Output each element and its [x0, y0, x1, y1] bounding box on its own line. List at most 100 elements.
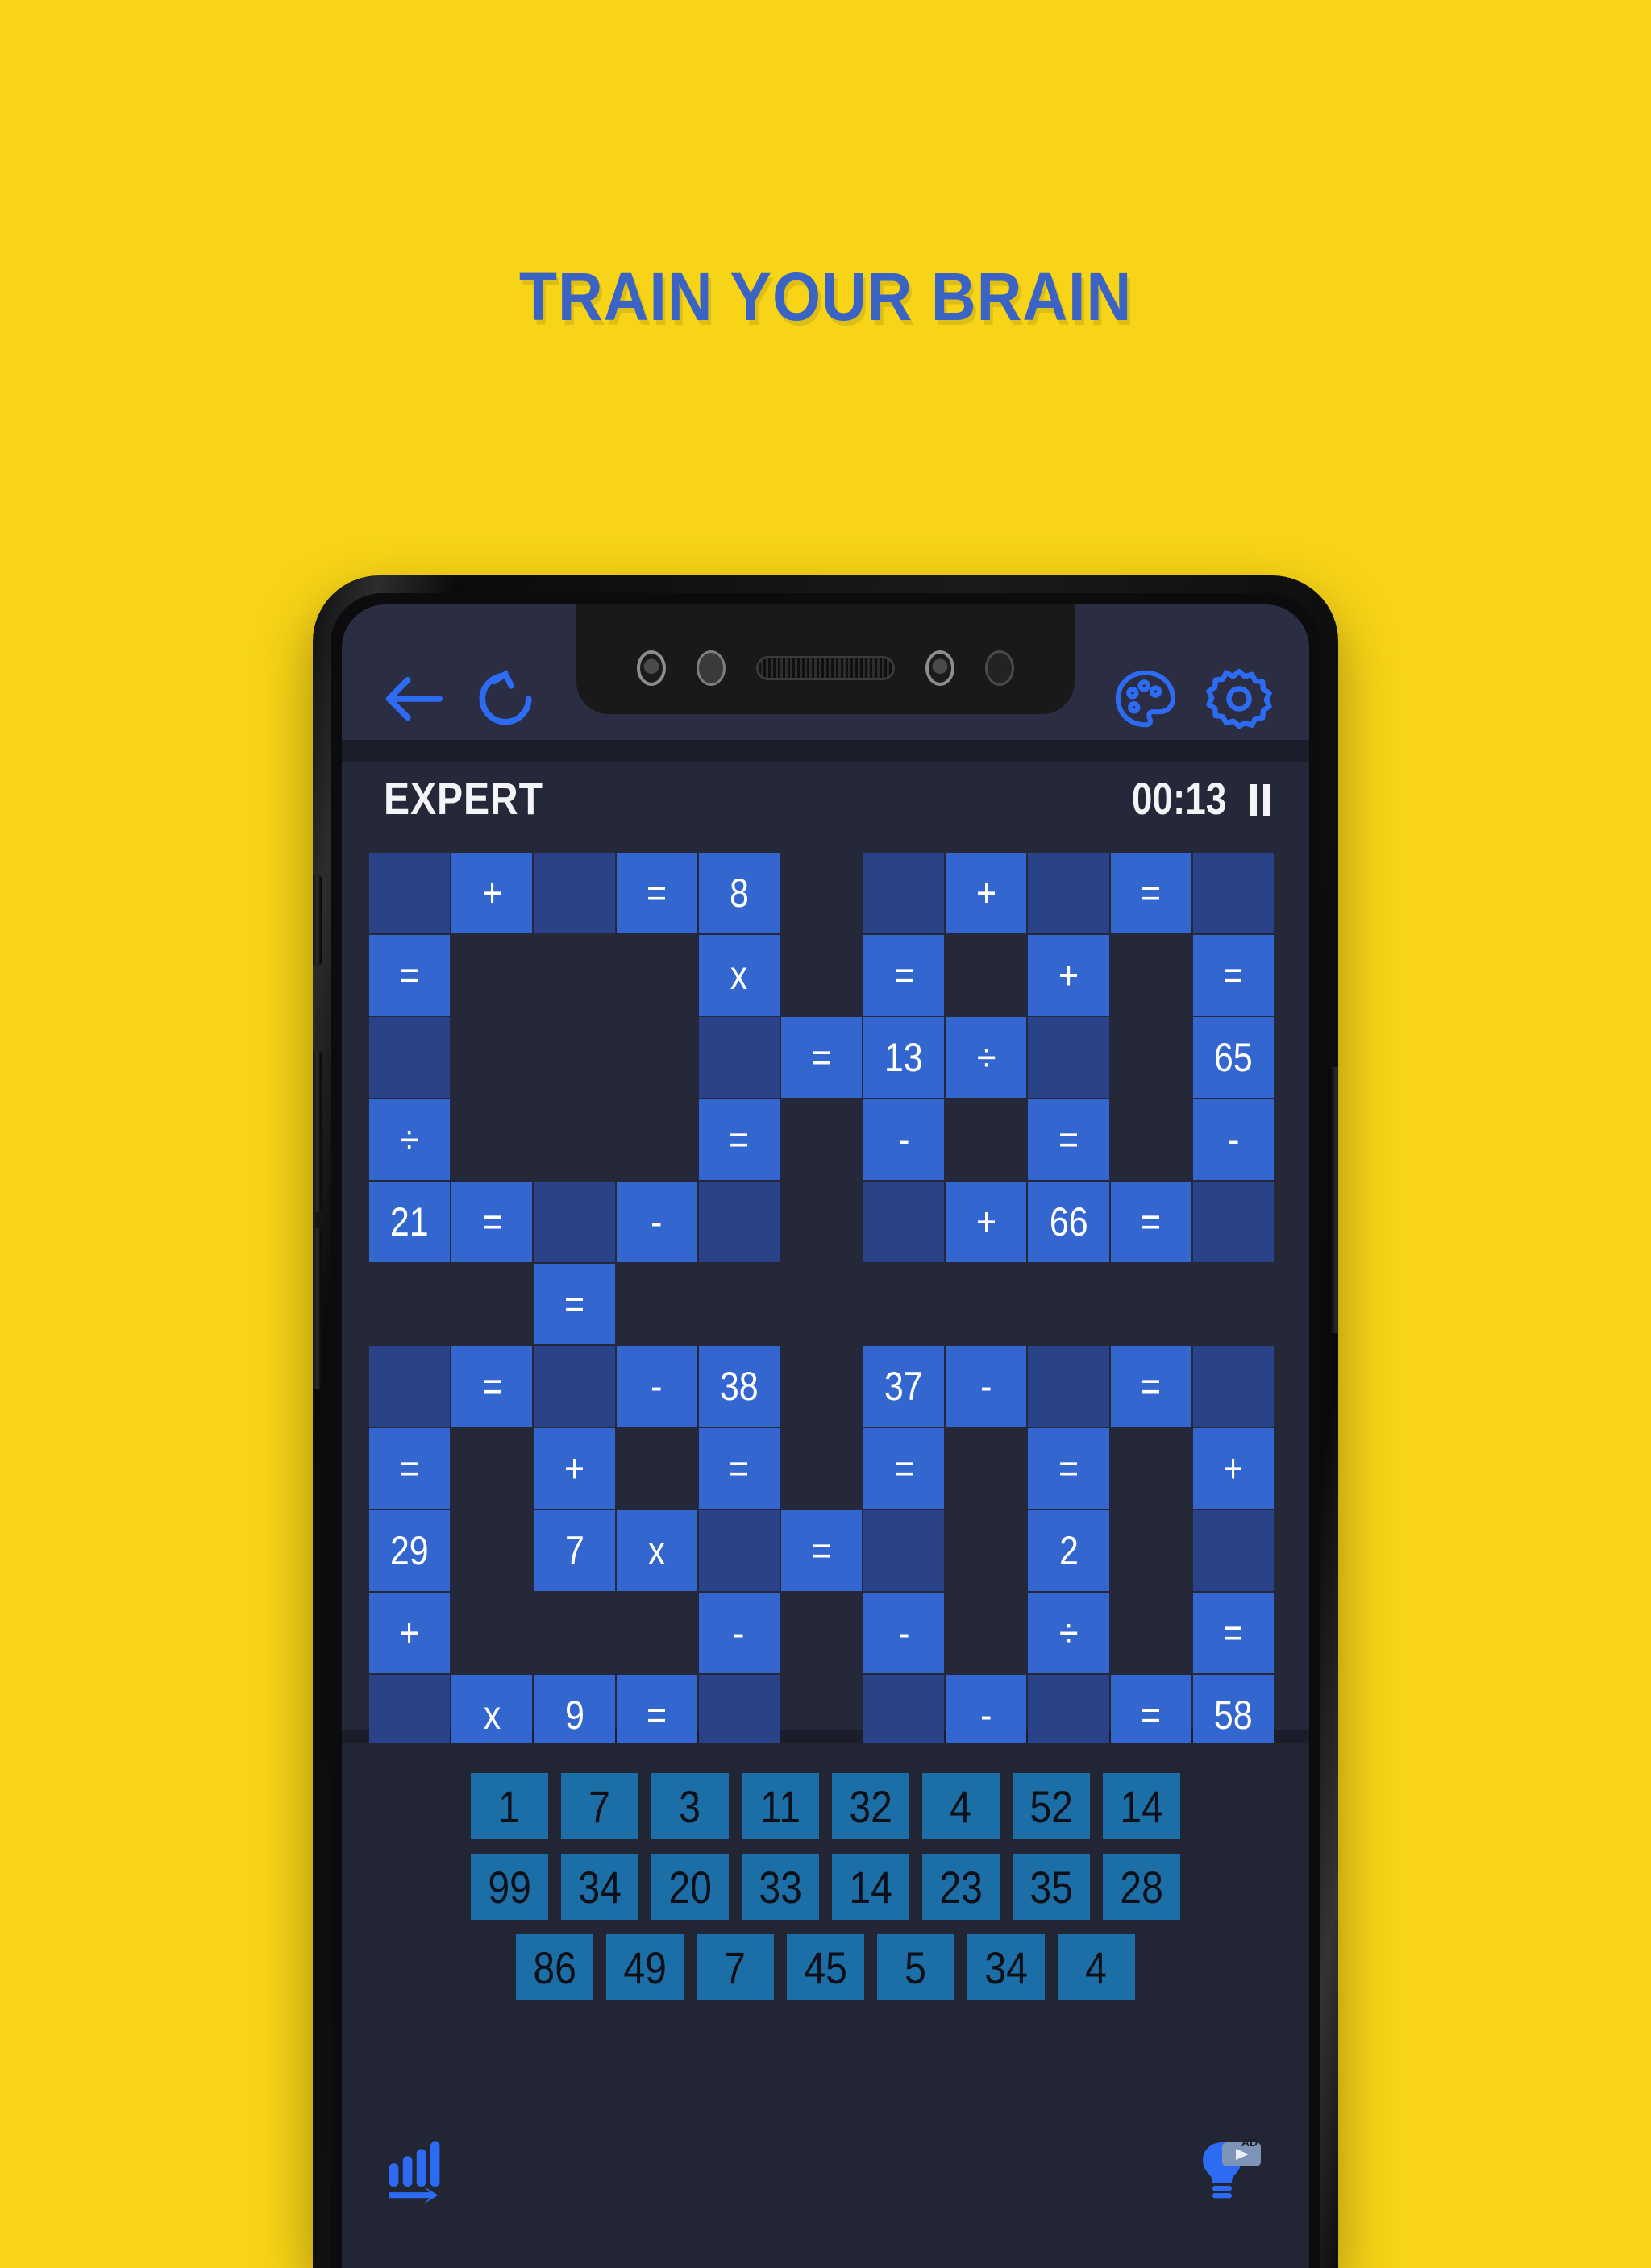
- grid-cell-value: x: [483, 1693, 501, 1738]
- grid-clue-cell: x: [698, 935, 780, 1016]
- number-tile[interactable]: 4: [922, 1773, 1000, 1839]
- number-tile[interactable]: 52: [1013, 1773, 1090, 1839]
- grid-clue-cell: ÷: [946, 1017, 1027, 1098]
- grid-slot[interactable]: [698, 1182, 780, 1262]
- grid-gap: [699, 1264, 780, 1344]
- restart-button[interactable]: [471, 664, 540, 733]
- grid-slot[interactable]: [534, 1346, 615, 1427]
- grid-slot[interactable]: [534, 853, 615, 933]
- grid-clue-cell: 29: [369, 1510, 451, 1591]
- grid-clue-cell: 37: [863, 1346, 945, 1427]
- number-tile-value: 28: [1120, 1861, 1163, 1913]
- timer-value: 00:13: [1131, 773, 1227, 824]
- bar-chart-icon: [381, 2137, 450, 2207]
- grid-slot[interactable]: [1192, 1346, 1274, 1427]
- number-tile[interactable]: 99: [471, 1854, 548, 1920]
- statistics-button[interactable]: [381, 2137, 450, 2207]
- number-tile[interactable]: 20: [651, 1854, 729, 1920]
- pause-icon[interactable]: [1250, 783, 1270, 816]
- number-tile[interactable]: 1: [471, 1773, 548, 1839]
- grid-cell-value: x: [730, 953, 748, 998]
- settings-button[interactable]: [1204, 664, 1274, 733]
- number-tile[interactable]: 32: [832, 1773, 909, 1839]
- tray-row: 99 34 20 33 14 23 35 28: [471, 1854, 1180, 1920]
- grid-slot[interactable]: [863, 853, 945, 933]
- grid-clue-cell: =: [1110, 1346, 1191, 1427]
- number-tile[interactable]: 14: [832, 1854, 909, 1920]
- grid-cell-value: =: [481, 1199, 502, 1244]
- grid-clue-cell: +: [1028, 935, 1109, 1016]
- back-button[interactable]: [379, 664, 448, 733]
- grid-slot[interactable]: [1028, 1017, 1109, 1098]
- grid-clue-cell: -: [616, 1182, 697, 1262]
- grid-slot[interactable]: [1028, 853, 1109, 933]
- number-tile[interactable]: 5: [877, 1934, 954, 2000]
- number-tile[interactable]: 23: [922, 1854, 1000, 1920]
- number-tray-rows: 1 7 3 11 32 4 52 14 99 34 20 33 14 23 35 28 86 49 7 45 5 34 4: [342, 1773, 1309, 2000]
- grid-cell-value: +: [481, 870, 502, 916]
- number-tile[interactable]: 34: [561, 1854, 638, 1920]
- grid-clue-cell: 66: [1028, 1182, 1109, 1262]
- theme-button[interactable]: [1111, 664, 1180, 733]
- number-tile[interactable]: 3: [651, 1773, 729, 1839]
- number-tile[interactable]: 33: [742, 1854, 819, 1920]
- grid-slot[interactable]: [369, 853, 451, 933]
- grid-slot[interactable]: [369, 1017, 451, 1098]
- grid-cell-value: =: [893, 953, 914, 998]
- grid-cell-value: =: [399, 1446, 420, 1491]
- grid-clue-cell: 65: [1192, 1017, 1274, 1098]
- number-tile-value: 1: [498, 1780, 521, 1832]
- grid-clue-cell: +: [1192, 1428, 1274, 1509]
- timer-group[interactable]: 00:13: [1121, 772, 1270, 825]
- number-tile[interactable]: 11: [742, 1773, 819, 1839]
- grid-cell-value: 7: [564, 1528, 584, 1573]
- number-tile-value: 4: [950, 1780, 972, 1832]
- number-tile[interactable]: 34: [967, 1934, 1045, 2000]
- number-tile[interactable]: 35: [1013, 1854, 1090, 1920]
- number-tile[interactable]: 7: [561, 1773, 638, 1839]
- grid-cell-value: -: [733, 1610, 745, 1655]
- grid-gap: [534, 1099, 614, 1180]
- phone-screen: EXPERT 00:13 + = 8 + = = x = + = = 13 ÷ 65 ÷ = - = -21 = - +6…: [342, 604, 1309, 2268]
- number-tile[interactable]: 45: [787, 1934, 864, 2000]
- grid-slot[interactable]: [863, 1182, 945, 1262]
- number-tile[interactable]: 28: [1103, 1854, 1180, 1920]
- grid-cell-value: =: [811, 1035, 832, 1080]
- number-tile[interactable]: 7: [697, 1934, 774, 2000]
- grid-gap: [451, 935, 532, 1016]
- grid-clue-cell: ÷: [1028, 1593, 1109, 1673]
- number-tile[interactable]: 14: [1103, 1773, 1180, 1839]
- grid-slot[interactable]: [863, 1510, 945, 1591]
- proximity-sensor-icon: [697, 650, 726, 686]
- grid-slot[interactable]: [1192, 1182, 1274, 1262]
- grid-slot[interactable]: [698, 1017, 780, 1098]
- grid-cell-value: -: [1227, 1117, 1240, 1162]
- number-tile[interactable]: 49: [606, 1934, 684, 2000]
- grid-gap: [617, 1264, 697, 1344]
- number-tile[interactable]: 86: [516, 1934, 593, 2000]
- grid-gap: [946, 1593, 1026, 1673]
- grid-clue-cell: =: [863, 1428, 945, 1509]
- grid-slot[interactable]: [698, 1510, 780, 1591]
- grid-slot[interactable]: [1028, 1346, 1109, 1427]
- grid-cell-value: -: [651, 1199, 663, 1244]
- grid-slot[interactable]: [1192, 853, 1274, 933]
- grid-gap: [946, 1428, 1026, 1509]
- grid-gap: [451, 1510, 532, 1591]
- grid-gap: [534, 1017, 614, 1098]
- hint-button[interactable]: AD: [1190, 2133, 1267, 2210]
- grid-slot[interactable]: [1192, 1510, 1274, 1591]
- gear-icon: [1204, 664, 1274, 733]
- number-tile-value: 3: [679, 1780, 701, 1832]
- number-tile-value: 23: [939, 1861, 983, 1913]
- puzzle-board: + = 8 + = = x = + = = 13 ÷ 65 ÷ = - = - 21 = - +66 = = = - 38 37 - = = +…: [342, 840, 1309, 1755]
- grid-cell-value: =: [647, 1693, 667, 1738]
- number-tile[interactable]: 4: [1058, 1934, 1135, 2000]
- grid-slot[interactable]: [369, 1346, 451, 1427]
- number-tile-value: 7: [724, 1942, 746, 1993]
- grid-gap: [1111, 1264, 1191, 1344]
- grid-cell-value: =: [1223, 1610, 1244, 1655]
- grid-slot[interactable]: [534, 1182, 615, 1262]
- light-sensor-icon: [985, 650, 1014, 686]
- grid-clue-cell: +: [451, 853, 533, 933]
